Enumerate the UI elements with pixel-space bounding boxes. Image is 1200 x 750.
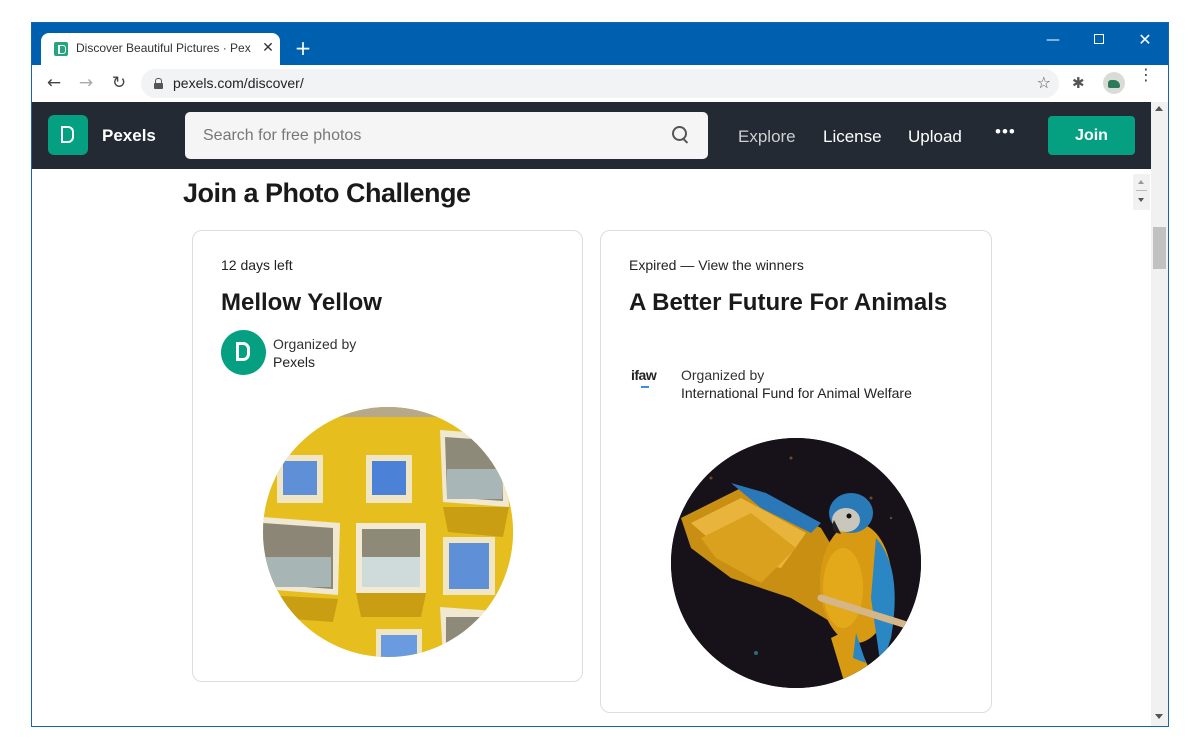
ifaw-logo-icon: ifaw <box>631 367 671 391</box>
macaw-parrot-image <box>671 438 921 688</box>
section-title: Join a Photo Challenge <box>183 178 471 208</box>
extensions-puzzle-icon[interactable]: ✱ <box>1072 74 1085 92</box>
minimize-button[interactable]: — <box>1030 27 1076 53</box>
bookmark-star-icon[interactable]: ☆ <box>1037 73 1051 92</box>
tab-close-icon[interactable]: ✕ <box>258 38 278 58</box>
challenge-card[interactable]: Expired — View the winners A Better Futu… <box>600 230 992 713</box>
pexels-favicon-icon <box>54 42 68 56</box>
nav-explore-link[interactable]: Explore <box>738 127 796 147</box>
scroll-down-arrow-icon[interactable] <box>1138 198 1144 202</box>
close-window-button[interactable]: ✕ <box>1122 27 1168 53</box>
profile-avatar[interactable] <box>1103 72 1125 94</box>
browser-toolbar: ← → ↻ pexels.com/discover/ ☆ ✱ ⋮ <box>32 65 1168 102</box>
forward-button[interactable]: → <box>74 71 98 95</box>
scroll-divider <box>1136 190 1147 191</box>
new-tab-button[interactable]: + <box>291 36 315 60</box>
challenge-title[interactable]: A Better Future For Animals <box>629 287 959 318</box>
back-button[interactable]: ← <box>42 71 66 95</box>
challenge-status: 12 days left <box>221 257 293 273</box>
page-scrollbar[interactable] <box>1151 102 1168 726</box>
scroll-down-arrow-icon[interactable] <box>1155 714 1163 719</box>
browser-menu-icon[interactable]: ⋮ <box>1138 67 1154 83</box>
brand-name[interactable]: Pexels <box>102 126 156 146</box>
challenge-status[interactable]: Expired — View the winners <box>629 257 804 273</box>
inner-scroll-control[interactable] <box>1133 174 1150 210</box>
challenge-card[interactable]: 12 days left Mellow Yellow Organized by … <box>192 230 583 682</box>
lock-icon <box>154 78 163 89</box>
scroll-up-arrow-icon[interactable] <box>1138 180 1144 184</box>
pexels-header: Pexels Explore License Upload ••• Join <box>32 102 1151 169</box>
logo-p-glyph <box>236 342 250 361</box>
pexels-logo-icon[interactable] <box>48 115 88 155</box>
search-icon[interactable] <box>672 126 688 142</box>
maximize-icon <box>1094 34 1104 44</box>
organizer-name[interactable]: International Fund for Animal Welfare <box>681 385 912 401</box>
pexels-organizer-logo-icon <box>221 330 266 375</box>
title-bar: Discover Beautiful Pictures · Pexels ✕ +… <box>32 23 1168 66</box>
challenge-title[interactable]: Mellow Yellow <box>221 287 551 318</box>
join-button[interactable]: Join <box>1048 116 1135 155</box>
search-box <box>185 112 708 159</box>
nav-license-link[interactable]: License <box>823 127 882 147</box>
challenge-photo[interactable] <box>671 438 921 688</box>
browser-tab-active[interactable]: Discover Beautiful Pictures · Pexels ✕ <box>41 33 280 66</box>
page-viewport: Pexels Explore License Upload ••• Join J… <box>32 102 1168 726</box>
challenge-photo[interactable] <box>263 407 513 657</box>
maximize-button[interactable] <box>1076 27 1122 53</box>
browser-window: Discover Beautiful Pictures · Pexels ✕ +… <box>31 22 1169 727</box>
organized-by-label: Organized by <box>273 336 357 352</box>
scroll-up-arrow-icon[interactable] <box>1155 106 1163 111</box>
scrollbar-thumb[interactable] <box>1153 227 1166 269</box>
organizer-name[interactable]: Pexels <box>273 354 315 370</box>
address-bar[interactable]: pexels.com/discover/ ☆ <box>141 69 1059 98</box>
logo-p-glyph <box>61 126 74 143</box>
organized-by-label: Organized by <box>681 367 765 383</box>
reload-button[interactable]: ↻ <box>107 71 131 95</box>
more-menu-icon[interactable]: ••• <box>995 122 1016 142</box>
url-text[interactable]: pexels.com/discover/ <box>173 75 304 91</box>
tab-title: Discover Beautiful Pictures · Pexels <box>76 41 251 55</box>
nav-upload-link[interactable]: Upload <box>908 127 962 147</box>
search-input[interactable] <box>185 112 655 159</box>
yellow-building-image <box>263 407 513 657</box>
